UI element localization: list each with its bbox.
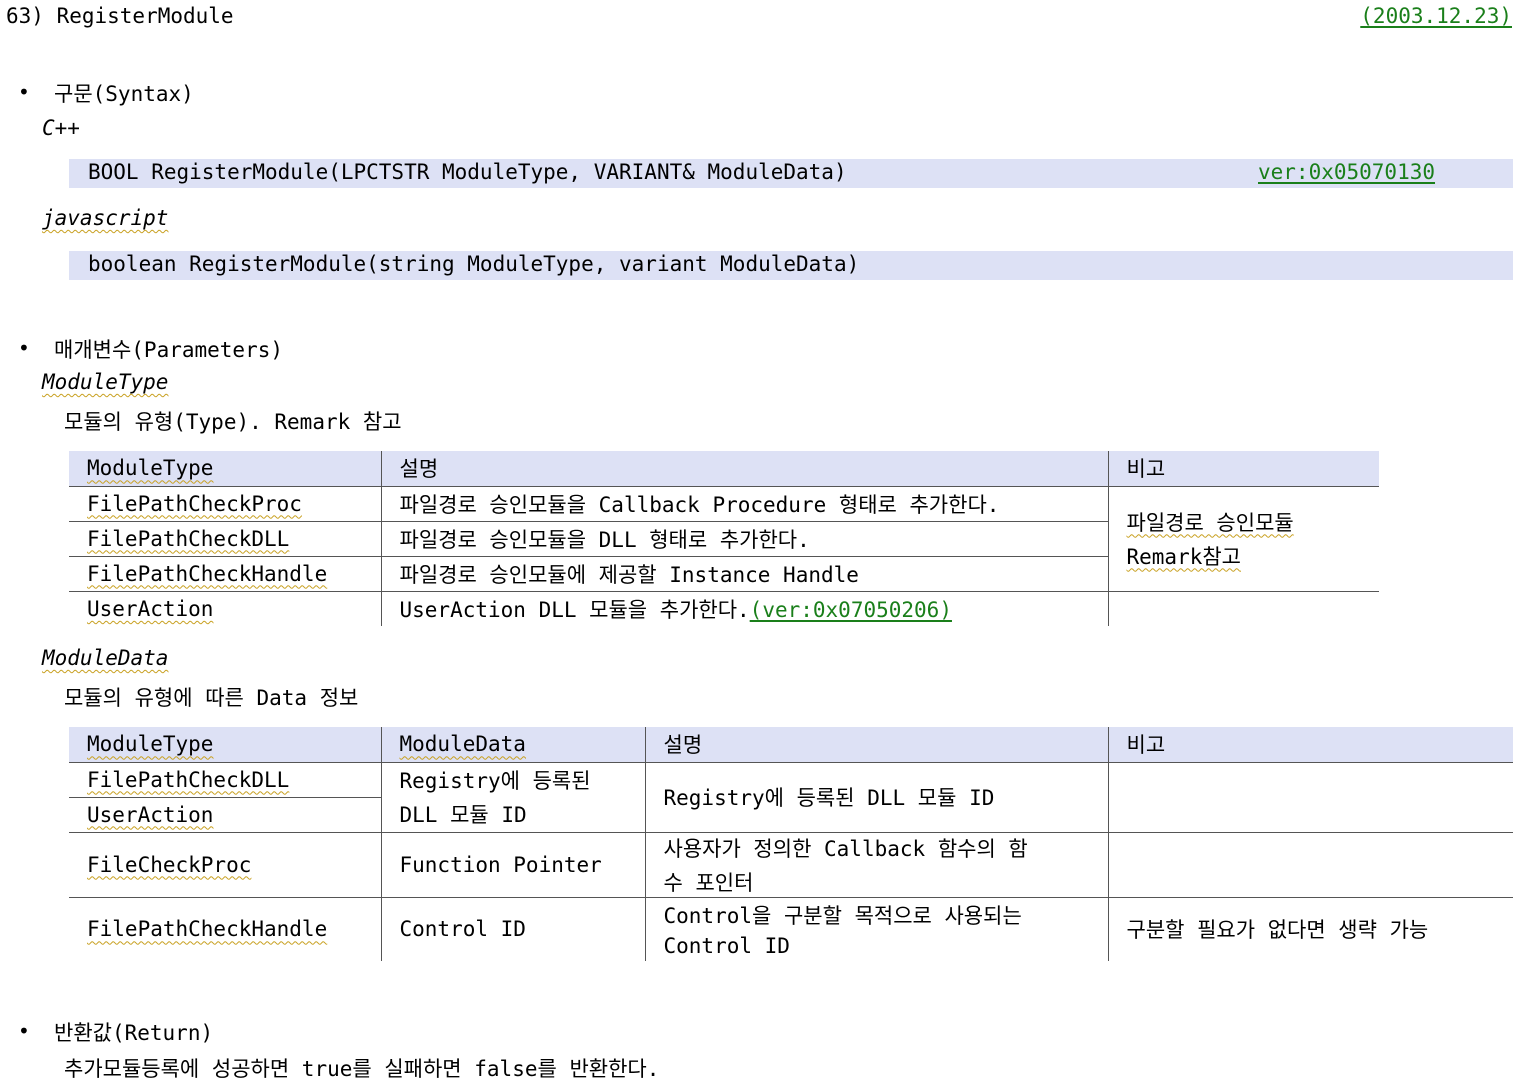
bullet-icon: •	[18, 80, 30, 104]
table-header: 비고	[1107, 451, 1379, 487]
table-row: FilePathCheckProc 파일경로 승인모듈을 Callback Pr…	[69, 486, 1379, 592]
section-title: 63) RegisterModule	[6, 4, 234, 28]
table-row: FileCheckProc Function Pointer 사용자가 정의한 …	[69, 832, 1513, 898]
module-type-cell: FilePathCheckHandle	[87, 917, 328, 942]
syntax-heading: 구문(Syntax)	[54, 82, 194, 106]
module-data-cell: Function Pointer	[380, 832, 645, 898]
moduledata-table: ModuleType ModuleData 설명 비고 FilePathChec…	[69, 727, 1513, 961]
description-cell: 파일경로 승인모듈을 DLL 형태로 추가한다.	[380, 521, 1108, 557]
js-code: boolean RegisterModule(string ModuleType…	[88, 252, 860, 276]
module-type-cell: FileCheckProc	[69, 832, 381, 898]
module-data-cell: Registry에 등록된 DLL 모듈 ID	[380, 762, 645, 833]
module-type-cell: UserAction	[87, 596, 214, 621]
description-cell: Registry에 등록된 DLL 모듈 ID	[644, 762, 1108, 833]
description-cell: 파일경로 승인모듈을 Callback Procedure 형태로 추가한다.	[380, 486, 1108, 522]
module-type-cell: FilePathCheckDLL	[69, 762, 381, 798]
description-cell: UserAction DLL 모듈을 추가한다.(ver:0x07050206)	[380, 591, 1108, 626]
table-header: ModuleType	[69, 451, 381, 487]
date-link[interactable]: (2003.12.23)	[1360, 4, 1512, 28]
remark-cell: 구분할 필요가 없다면 생략 가능	[1107, 897, 1513, 961]
bullet-icon: •	[18, 1019, 30, 1043]
param-moduletype-name: ModuleType	[42, 370, 169, 394]
cpp-label: C++	[42, 116, 80, 140]
module-data-cell: Control ID	[380, 897, 645, 961]
table-header: 비고	[1107, 727, 1513, 763]
parameters-heading: 매개변수(Parameters)	[54, 338, 283, 362]
remark-cell	[1107, 832, 1513, 898]
module-type-cell: UserAction	[69, 797, 381, 833]
module-type-cell: FilePathCheckHandle	[69, 556, 381, 592]
description-cell: Control을 구분할 목적으로 사용되는 Control ID	[644, 897, 1108, 961]
cpp-code: BOOL RegisterModule(LPCTSTR ModuleType, …	[88, 160, 847, 184]
param-moduletype-desc: 모듈의 유형(Type). Remark 참고	[64, 410, 402, 434]
description-cell: 파일경로 승인모듈에 제공할 Instance Handle	[380, 556, 1108, 592]
table-header: ModuleType	[69, 727, 381, 763]
js-label: javascript	[42, 206, 169, 230]
table-header: ModuleData	[380, 727, 645, 763]
remark-cell	[1107, 591, 1379, 626]
module-type-cell: FilePathCheckDLL	[69, 521, 381, 557]
param-moduledata-name: ModuleData	[42, 646, 169, 670]
bullet-icon: •	[18, 336, 30, 360]
cpp-version-link[interactable]: ver:0x05070130	[1258, 160, 1435, 184]
description-cell: 사용자가 정의한 Callback 함수의 함 수 포인터	[644, 832, 1108, 898]
module-type-cell: FilePathCheckProc	[69, 486, 381, 522]
table-row: FilePathCheckDLL Registry에 등록된 DLL 모듈 ID…	[69, 762, 1513, 833]
table-row: FilePathCheckHandle Control ID Control을 …	[69, 897, 1513, 961]
table-row: UserAction UserAction DLL 모듈을 추가한다.(ver:…	[69, 591, 1379, 626]
table-header: 설명	[380, 451, 1108, 487]
return-heading: 반환값(Return)	[54, 1021, 214, 1045]
version-link[interactable]: (ver:0x07050206)	[750, 598, 952, 622]
remark-cell: 파일경로 승인모듈 Remark참고	[1107, 486, 1379, 592]
param-moduledata-desc: 모듈의 유형에 따른 Data 정보	[64, 686, 359, 710]
moduletype-table: ModuleType 설명 비고 FilePathCheckProc 파일경로 …	[69, 451, 1379, 626]
table-header: 설명	[644, 727, 1108, 763]
remark-cell	[1107, 762, 1513, 833]
return-desc: 추가모듈등록에 성공하면 true를 실패하면 false를 반환한다.	[64, 1057, 660, 1081]
